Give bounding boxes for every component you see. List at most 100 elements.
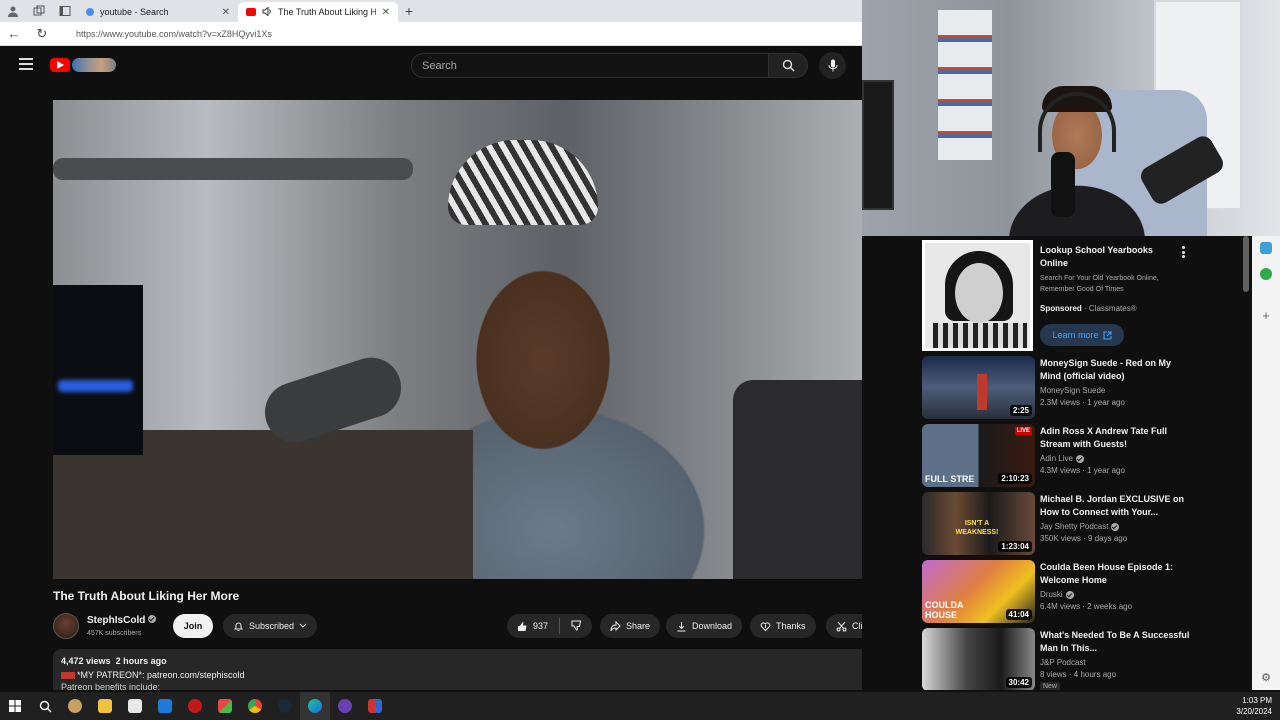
taskbar-clock[interactable]: 1:03 PM 3/20/2024 <box>1236 695 1272 717</box>
verified-icon <box>1075 454 1084 463</box>
video-thumbnail[interactable]: ISN'T A WEAKNESS! 1:23:04 <box>922 492 1035 555</box>
games-icon[interactable] <box>1260 268 1272 280</box>
search-input[interactable] <box>422 59 768 72</box>
thumbs-up-icon <box>518 621 527 631</box>
list-item[interactable]: ISN'T A WEAKNESS! 1:23:04 Michael B. Jor… <box>922 492 1242 556</box>
video-item-title[interactable]: What's Needed To Be A Successful Man In … <box>1040 629 1190 655</box>
tab-search[interactable]: youtube - Search ✕ <box>78 2 238 22</box>
duration-badge: 41:04 <box>1005 609 1032 620</box>
ad-thumbnail[interactable] <box>922 240 1033 351</box>
sidebar-scrollbar[interactable] <box>1242 236 1250 690</box>
video-item-channel[interactable]: J&P Podcast <box>1040 658 1086 667</box>
tab-video[interactable]: The Truth About Liking Her ✕ <box>238 2 398 22</box>
back-arrow-icon[interactable]: ← <box>0 26 28 41</box>
video-item-channel[interactable]: Druski <box>1040 590 1074 599</box>
file-explorer-icon <box>98 699 112 713</box>
add-sidebar-icon[interactable]: + <box>1260 309 1272 322</box>
channel-text: Druski <box>1040 590 1063 599</box>
video-player[interactable] <box>53 100 862 579</box>
new-tab-button[interactable]: + <box>398 3 420 19</box>
close-icon[interactable]: ✕ <box>382 7 390 18</box>
clip-button[interactable]: Clip <box>826 614 862 638</box>
video-item-channel[interactable]: Jay Shetty Podcast <box>1040 522 1120 531</box>
tab-title: youtube - Search <box>100 7 169 17</box>
video-thumbnail[interactable]: 2:25 <box>922 356 1035 419</box>
taskbar-app[interactable] <box>360 692 390 720</box>
hamburger-menu-icon[interactable] <box>19 58 33 70</box>
taskbar-app[interactable] <box>120 692 150 720</box>
more-vertical-icon[interactable] <box>1180 246 1186 258</box>
description-line: *MY PATREON*: patreon.com/stephiscold <box>61 670 862 680</box>
workspaces-icon[interactable] <box>26 0 52 22</box>
taskbar-app[interactable] <box>90 692 120 720</box>
video-item-channel[interactable]: Adin Live <box>1040 454 1084 463</box>
download-button[interactable]: Download <box>666 614 743 638</box>
list-item[interactable]: 2:25 MoneySign Suede - Red on My Mind (o… <box>922 356 1242 420</box>
taskbar-app[interactable] <box>330 692 360 720</box>
ad-title[interactable]: Lookup School Yearbooks Online <box>1040 244 1180 270</box>
thumbnail-caption: ISN'T A WEAKNESS! <box>955 520 999 536</box>
video-item-meta: 8 views · 4 hours ago <box>1040 670 1117 679</box>
youtube-header <box>4 47 862 83</box>
thanks-button[interactable]: Thanks <box>750 614 816 638</box>
taskbar-app[interactable] <box>240 692 270 720</box>
video-item-meta: 6.4M views · 2 weeks ago <box>1040 602 1133 611</box>
youtube-doodle-icon[interactable] <box>72 58 116 72</box>
upload-time: 2 hours ago <box>115 656 167 666</box>
ad-sponsor-line: Sponsored · Classmates® <box>1040 304 1137 313</box>
copilot-icon[interactable] <box>1260 242 1272 254</box>
taskbar-app[interactable] <box>150 692 180 720</box>
video-item-title[interactable]: Coulda Been House Episode 1: Welcome Hom… <box>1040 561 1190 587</box>
voice-search-button[interactable] <box>819 52 846 79</box>
video-thumbnail[interactable]: LIVE FULL STRE 2:10:23 <box>922 424 1035 487</box>
tab-actions-icon[interactable] <box>52 0 78 22</box>
share-button[interactable]: Share <box>600 614 661 638</box>
url-field[interactable]: https://www.youtube.com/watch?v=xZ8HQyvi… <box>76 29 272 39</box>
taskbar-app[interactable] <box>180 692 210 720</box>
video-item-title[interactable]: Michael B. Jordan EXCLUSIVE on How to Co… <box>1040 493 1190 519</box>
address-bar: ← ↻ https://www.youtube.com/watch?v=xZ8H… <box>0 22 862 46</box>
channel-avatar[interactable] <box>53 613 79 639</box>
video-thumbnail[interactable]: 30:42 <box>922 628 1035 690</box>
ad-thumb-face <box>955 263 1003 323</box>
channel-name[interactable]: StephIsCold <box>87 615 157 626</box>
start-button[interactable] <box>0 692 30 720</box>
learn-more-button[interactable]: Learn more <box>1040 324 1124 346</box>
taskbar-app[interactable] <box>60 692 90 720</box>
search-taskbar-button[interactable] <box>30 692 60 720</box>
list-item[interactable]: 30:42 What's Needed To Be A Successful M… <box>922 628 1242 690</box>
search-button[interactable] <box>768 53 808 78</box>
sponsored-label: Sponsored <box>1040 304 1082 313</box>
refresh-icon[interactable]: ↻ <box>28 26 56 42</box>
learn-more-label: Learn more <box>1052 330 1099 340</box>
taskbar-app-active[interactable] <box>300 692 330 720</box>
thanks-label: Thanks <box>776 621 806 631</box>
advertiser-name: · Classmates® <box>1084 304 1137 313</box>
video-scene-chair <box>733 380 862 579</box>
video-item-channel[interactable]: MoneySign Suede <box>1040 386 1105 395</box>
video-item-meta: 350K views · 9 days ago <box>1040 534 1128 543</box>
video-item-title[interactable]: Adin Ross X Andrew Tate Full Stream with… <box>1040 425 1190 451</box>
video-item-title[interactable]: MoneySign Suede - Red on My Mind (offici… <box>1040 357 1190 383</box>
sponsored-ad[interactable]: Lookup School Yearbooks Online Search Fo… <box>922 240 1242 352</box>
profile-icon[interactable] <box>0 0 26 22</box>
list-item[interactable]: LIVE FULL STRE 2:10:23 Adin Ross X Andre… <box>922 424 1242 488</box>
video-title: The Truth About Liking Her More <box>53 589 240 603</box>
description-box[interactable]: 4,472 views 2 hours ago *MY PATREON*: pa… <box>53 649 862 690</box>
taskbar-app[interactable] <box>270 692 300 720</box>
thumbs-down-icon <box>571 620 582 631</box>
like-button[interactable]: 937 <box>517 621 548 632</box>
duration-badge: 1:23:04 <box>998 541 1032 552</box>
speaker-icon[interactable] <box>262 5 272 18</box>
join-button[interactable]: Join <box>173 614 213 638</box>
taskbar-app[interactable] <box>210 692 240 720</box>
close-icon[interactable]: ✕ <box>222 7 230 18</box>
gear-icon[interactable]: ⚙ <box>1260 672 1272 684</box>
subscribed-button[interactable]: Subscribed <box>223 614 318 638</box>
video-thumbnail[interactable]: COULDA HOUSE 41:04 <box>922 560 1035 623</box>
dislike-button[interactable] <box>571 620 582 633</box>
list-item[interactable]: COULDA HOUSE 41:04 Coulda Been House Epi… <box>922 560 1242 624</box>
scrollbar-thumb[interactable] <box>1243 236 1249 292</box>
youtube-logo-icon[interactable] <box>50 58 70 72</box>
screen: youtube - Search ✕ The Truth About Likin… <box>0 0 1280 720</box>
